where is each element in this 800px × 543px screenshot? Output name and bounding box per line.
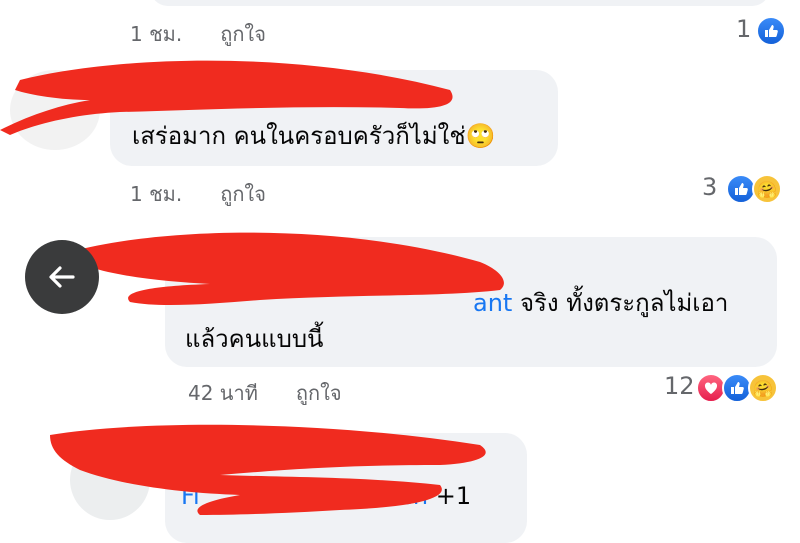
reaction-count: 1: [736, 15, 752, 43]
like-icon: [756, 16, 786, 46]
redaction-scribble: [50, 424, 486, 515]
care-icon: 🤗: [748, 373, 778, 403]
comment-meta: 1 ชม. ถูกใจ: [130, 18, 266, 50]
reaction-count: 12: [664, 372, 695, 400]
reaction-summary[interactable]: 3 🤗: [702, 173, 792, 204]
comment-meta: 1 ชม. ถูกใจ: [130, 178, 266, 210]
redaction-scribble: [0, 60, 453, 136]
back-button[interactable]: [25, 240, 99, 314]
care-icon: 🤗: [752, 174, 782, 204]
like-action-link[interactable]: ถูกใจ: [220, 178, 266, 210]
comment-text-row: แล้วคนแบบนี้: [185, 321, 323, 357]
reaction-summary[interactable]: 12 🤗: [664, 372, 794, 403]
comment-time: 42 นาที: [188, 381, 258, 405]
comment-time: 1 ชม.: [130, 22, 183, 46]
comment-text: แล้วคนแบบนี้: [185, 325, 324, 353]
arrow-left-icon: [49, 266, 75, 288]
reaction-summary[interactable]: 1: [736, 15, 792, 46]
comment-meta: 42 นาที ถูกใจ: [188, 377, 342, 409]
comment-time: 1 ชม.: [130, 182, 183, 206]
like-action-link[interactable]: ถูกใจ: [220, 18, 266, 50]
comment-bubble-partial: [150, 0, 770, 6]
like-action-link[interactable]: ถูกใจ: [296, 377, 342, 409]
redaction-scribble: [70, 232, 504, 306]
comment-text: จริง ทั้งตระกูลไม่เอา: [512, 289, 729, 317]
reaction-count: 3: [702, 173, 718, 201]
